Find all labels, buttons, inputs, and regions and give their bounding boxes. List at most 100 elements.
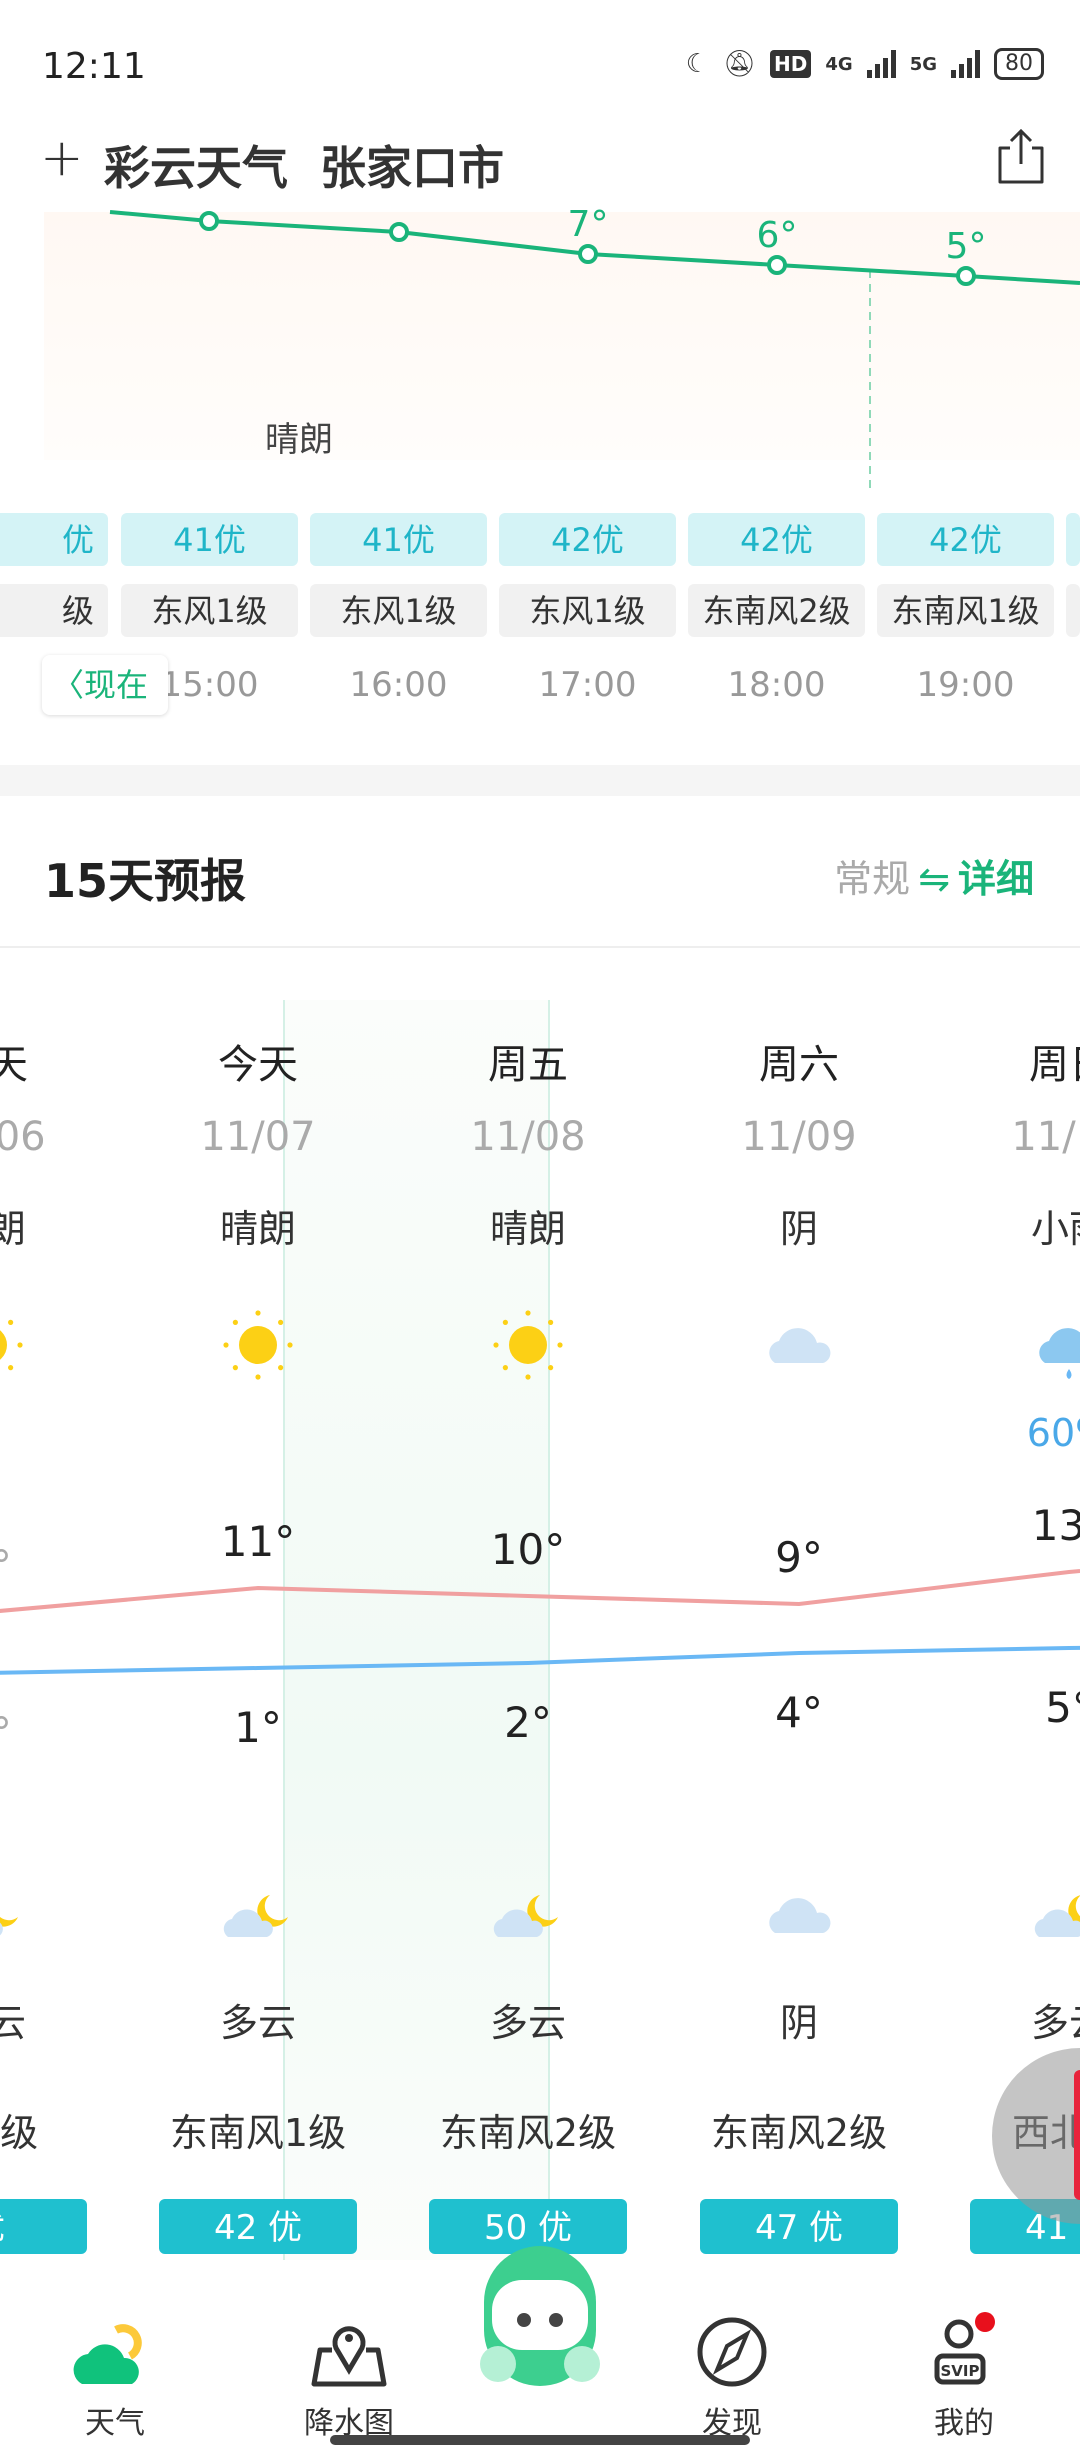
aqi-badge-label: 47 优	[755, 2208, 843, 2248]
low-temp: 1°	[234, 1703, 282, 1752]
hourly-temp-point	[199, 211, 219, 231]
cloud-moon-icon	[223, 1895, 288, 1937]
floating-tab[interactable]	[1074, 2070, 1080, 2200]
mute-bell-icon: 🔕︎	[723, 49, 757, 79]
day-column[interactable]: 周六 11/09 阴 9° 4° 阴东南风2级 47 优	[700, 1042, 898, 2254]
day-name: 周六	[759, 1042, 839, 1088]
precip-probability: 60%	[1027, 1411, 1080, 1455]
mascot-icon[interactable]	[478, 2240, 602, 2400]
signal-icon	[951, 50, 980, 78]
day-name: 今天	[218, 1042, 298, 1088]
now-button[interactable]: 〈现在	[42, 655, 168, 715]
hourly-temp-point	[578, 244, 598, 264]
day-wind: 东南风2级	[440, 2111, 616, 2155]
day-date: 11/10	[1011, 1114, 1080, 1160]
night-weather: 多云	[1031, 2001, 1080, 2045]
day-date: 11/08	[470, 1114, 585, 1160]
hourly-temp-point	[767, 255, 787, 275]
cloud-moon-icon	[1034, 1895, 1080, 1937]
plus-icon[interactable]: +	[40, 128, 84, 188]
mode-detail[interactable]: 详细	[958, 857, 1034, 901]
aqi-pill	[1066, 513, 1080, 566]
nav-item-3[interactable]: 发现	[652, 2300, 812, 2441]
hourly-aqi: 42优	[740, 521, 813, 559]
day-weather: 晴朗	[0, 1207, 26, 1251]
svip-badge: SVIP	[941, 2362, 980, 2380]
hourly-time: 16:00	[350, 665, 448, 705]
status-time: 12:11	[42, 46, 146, 87]
night-weather: 多云	[0, 2001, 26, 2045]
high-temp: 10°	[491, 1525, 565, 1574]
notification-dot	[975, 2312, 995, 2332]
aqi-pill-label: 优	[62, 521, 94, 559]
divider	[0, 946, 1080, 948]
compass-icon	[697, 2317, 767, 2387]
now-label: 现在	[84, 666, 149, 704]
wind-pill	[1066, 584, 1080, 637]
hourly-wind: 东南风2级	[702, 592, 850, 630]
hourly-temp-label: 6°	[757, 215, 798, 256]
home-indicator[interactable]	[330, 2435, 750, 2445]
day-column[interactable]: 周五11/08晴朗10°2°多云东南风2级50 优	[429, 1042, 627, 2254]
wind-pill-label: 级	[62, 592, 94, 630]
day-wind: 风1级	[0, 2111, 38, 2155]
aqi-badge	[0, 2199, 87, 2254]
status-bar: 12:11 ☾ 🔕︎ HD 4G 5G 80	[0, 0, 1080, 120]
cloud-moon-icon	[0, 1895, 18, 1936]
nav-item-0[interactable]: 天气	[35, 2300, 195, 2441]
day-wind: 东南风2级	[711, 2111, 887, 2155]
hourly-aqi: 42优	[551, 521, 624, 559]
hourly-wind: 东风1级	[340, 592, 456, 630]
night-weather: 多云	[220, 2001, 296, 2045]
day-column[interactable]: 昨天 11/06 晴朗 8° 0° 多云风1级优	[0, 1042, 87, 2254]
hourly-time: 15:00	[161, 665, 259, 705]
night-weather: 阴	[780, 2001, 818, 2045]
nav-item-2[interactable]	[460, 2246, 620, 2430]
high-temp: 9°	[775, 1533, 823, 1582]
low-temp: 0°	[0, 1708, 12, 1757]
cloud-icon	[769, 1328, 831, 1363]
daily-forecast[interactable]: 昨天 11/06 晴朗 8° 0° 多云风1级优 今天 11/07 晴朗 11° 1° 多云东南风1级…	[0, 1000, 1080, 2260]
forecast-title: 15天预报	[44, 854, 247, 908]
day-weather: 小雨	[1031, 1207, 1080, 1251]
day-date: 11/06	[0, 1114, 46, 1160]
hourly-temp-label: 5°	[946, 226, 987, 267]
hourly-wind: 东风1级	[529, 592, 645, 630]
hourly-weather-label: 晴朗	[265, 420, 333, 460]
day-wind: 东南风1级	[170, 2111, 346, 2155]
signal-icon	[866, 50, 896, 78]
nav-item-1[interactable]: 降水图	[269, 2300, 429, 2441]
section-divider	[0, 765, 1080, 796]
map-pin-icon	[311, 2326, 387, 2387]
day-name: 周五	[488, 1042, 568, 1088]
day-date: 11/07	[200, 1114, 315, 1160]
day-name: 周日	[1029, 1042, 1080, 1088]
chevron-left-icon: 〈	[52, 666, 85, 704]
hourly-time: 18:00	[728, 665, 826, 705]
forecast-mode-toggle[interactable]: 常规 ⇋ 详细	[834, 848, 1034, 903]
hourly-temp-point	[389, 222, 409, 242]
hourly-strip[interactable]: 7° 6° 5° 优级 41优东风1级 15:00 41优东风1级 16:00 42优东风1级 1…	[0, 200, 1080, 720]
hourly-wind: 东风1级	[151, 592, 267, 630]
cloud-icon	[769, 1898, 831, 1933]
mode-normal[interactable]: 常规	[834, 857, 910, 901]
day-weather: 阴	[780, 1207, 818, 1251]
nav-label: 我的	[934, 2406, 994, 2441]
hourly-wind: 东南风1级	[891, 592, 1039, 630]
day-column[interactable]: 今天 11/07 晴朗 11° 1° 多云东南风1级 42 优	[159, 1042, 357, 2254]
sun-icon	[0, 1319, 23, 1371]
low-temp: 2°	[504, 1698, 552, 1747]
nav-item-4[interactable]: SVIP 我的	[884, 2300, 1044, 2441]
hourly-time: 17:00	[539, 665, 637, 705]
share-icon[interactable]	[996, 128, 1046, 186]
day-name: 昨天	[0, 1042, 28, 1088]
sun-icon	[223, 1310, 293, 1380]
hourly-aqi: 41优	[173, 521, 246, 559]
swap-icon: ⇋	[918, 857, 950, 901]
svip-user-icon: SVIP	[934, 2312, 995, 2385]
low-temp: 4°	[775, 1688, 823, 1737]
day-date: 11/09	[741, 1114, 856, 1160]
day-weather: 晴朗	[490, 1207, 566, 1251]
high-temp: 8°	[0, 1541, 12, 1590]
cloud-moon-icon	[493, 1895, 558, 1937]
